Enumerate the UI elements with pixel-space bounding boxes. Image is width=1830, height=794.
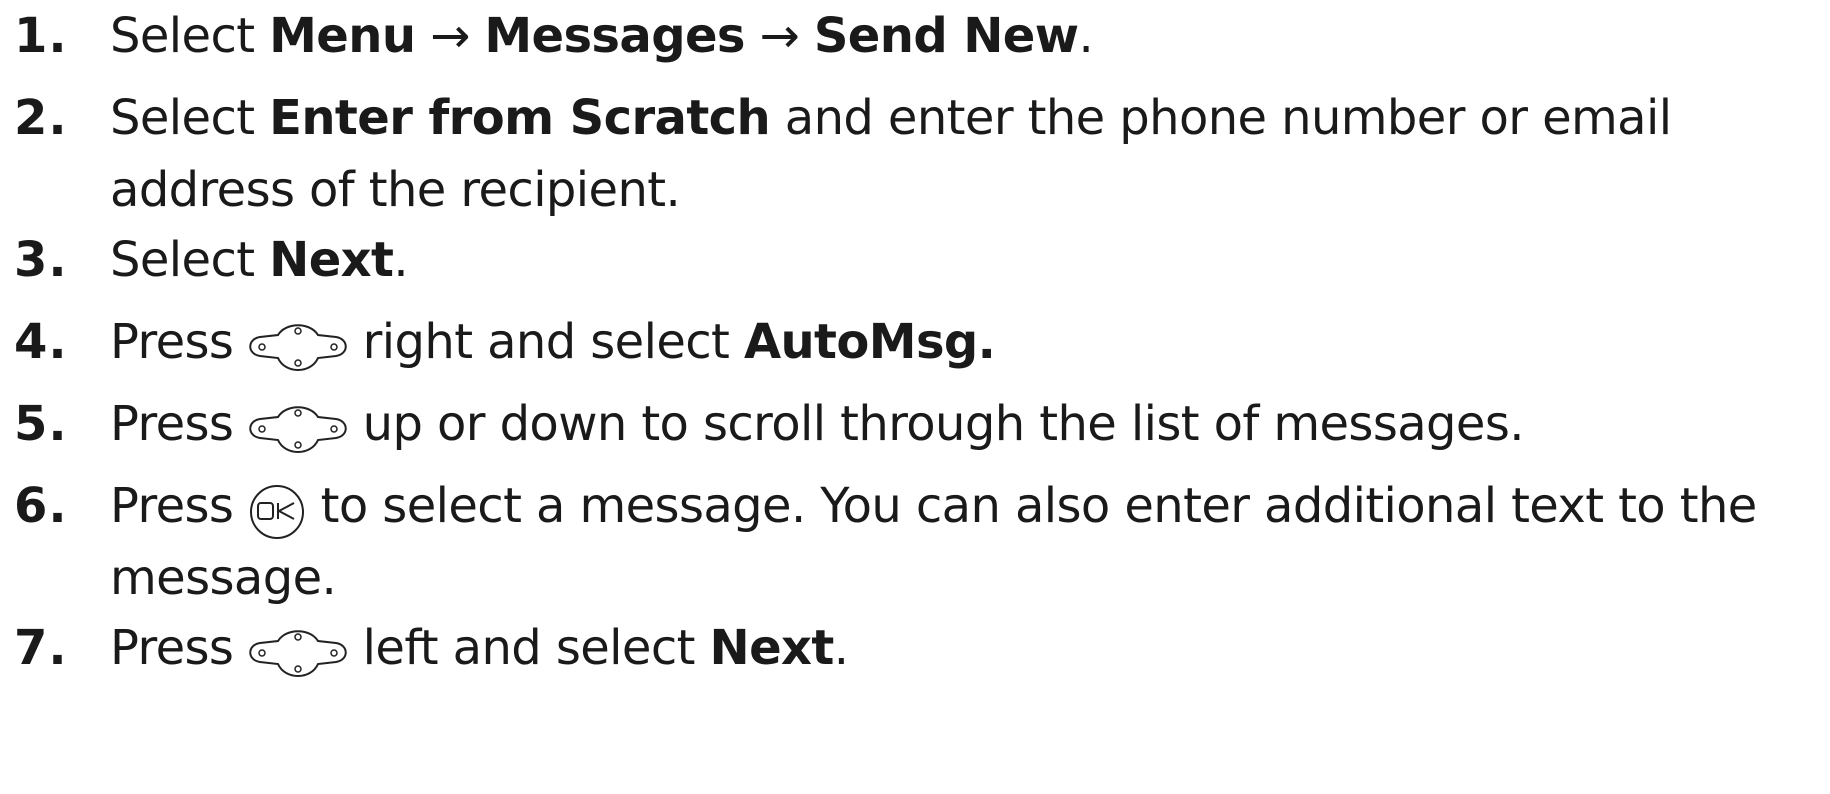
step-text-segment: up or down to scroll through the list of… — [348, 396, 1525, 452]
bold-term: Next — [269, 232, 394, 288]
step-text-segment: Select — [110, 232, 270, 288]
step-text-segment: . — [1078, 8, 1094, 64]
nav-key-icon — [248, 321, 348, 375]
step-text-segment: . — [393, 232, 409, 288]
step-text-segment: . — [833, 620, 849, 676]
step-text-segment: Press — [110, 396, 248, 452]
step-text: Press to select a message. You can also … — [110, 470, 1825, 614]
step-number: 3. — [14, 232, 68, 288]
ok-key-icon — [248, 483, 306, 541]
step-number: 4. — [14, 314, 68, 370]
step-text-segment: Select — [110, 8, 270, 64]
bold-term: Enter from Scratch — [269, 90, 771, 146]
step-number: 1. — [14, 8, 68, 64]
instruction-steps: 1. Select Menu → Messages → Send New. 2. Se… — [0, 0, 1830, 794]
bold-term: Menu — [269, 8, 416, 64]
step-number: 2. — [14, 90, 68, 146]
bold-term: Messages — [484, 8, 745, 64]
nav-key-icon — [248, 403, 348, 457]
step-text: Select Enter from Scratch and enter the … — [110, 82, 1825, 226]
step-text: Select Next. — [110, 224, 1825, 296]
step-text-segment: to select a message. You can also enter … — [110, 478, 1757, 606]
step-text: Press left and select Next. — [110, 612, 1825, 684]
step-text-segment: Select — [110, 90, 270, 146]
step-text: Press right and select AutoMsg. — [110, 306, 1825, 378]
bold-term: Send New — [813, 8, 1079, 64]
step-text-segment: → — [744, 8, 814, 64]
step-text: Select Menu → Messages → Send New. — [110, 0, 1825, 72]
nav-key-icon — [248, 627, 348, 681]
step-text: Press up or down to scroll through the l… — [110, 388, 1825, 460]
step-text-segment: → — [415, 8, 485, 64]
step-text-segment: right and select — [348, 314, 744, 370]
step-number: 7. — [14, 620, 68, 676]
step-text-segment: left and select — [348, 620, 710, 676]
bold-term: Next — [709, 620, 835, 676]
step-text-segment: Press — [110, 478, 248, 534]
step-text-segment: Press — [110, 314, 248, 370]
step-number: 5. — [14, 396, 68, 452]
step-number: 6. — [14, 478, 68, 534]
bold-term: AutoMsg. — [743, 314, 996, 370]
step-text-segment: Press — [110, 620, 248, 676]
